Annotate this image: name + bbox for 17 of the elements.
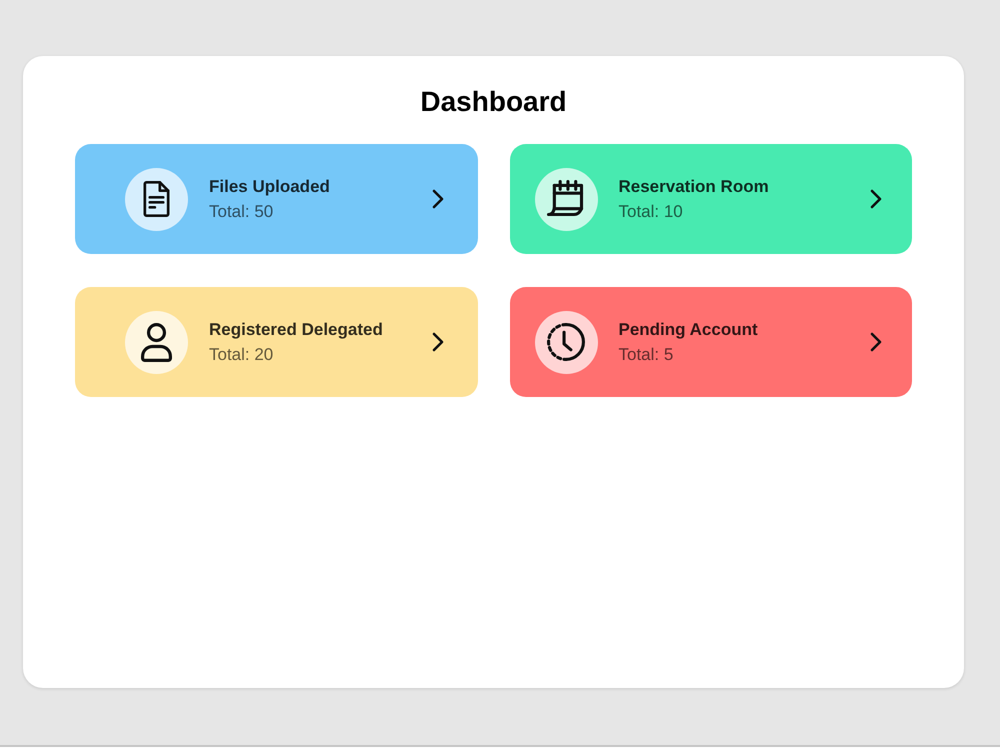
chevron-right-icon — [432, 332, 444, 352]
chevron-right-icon — [432, 189, 444, 209]
card-title: Pending Account — [618, 318, 758, 340]
chevron-right-icon — [870, 189, 882, 209]
card-total: Total: 50 — [209, 200, 274, 222]
stat-card[interactable]: Reservation Room Total: 10 — [510, 144, 912, 254]
stat-card[interactable]: Registered Delegated Total: 20 — [75, 287, 478, 397]
card-total: Total: 5 — [618, 344, 674, 366]
stat-card[interactable]: Files Uploaded Total: 50 — [75, 144, 478, 254]
card-total: Total: 10 — [618, 200, 683, 222]
card-total: Total: 20 — [209, 344, 274, 366]
card-title: Reservation Room — [618, 176, 769, 198]
page-title: Dashboard — [420, 85, 567, 119]
card-title: Files Uploaded — [209, 176, 330, 198]
chevron-right-icon — [870, 332, 882, 352]
stat-card[interactable]: Pending Account Total: 5 — [510, 287, 912, 397]
card-title: Registered Delegated — [209, 318, 383, 340]
